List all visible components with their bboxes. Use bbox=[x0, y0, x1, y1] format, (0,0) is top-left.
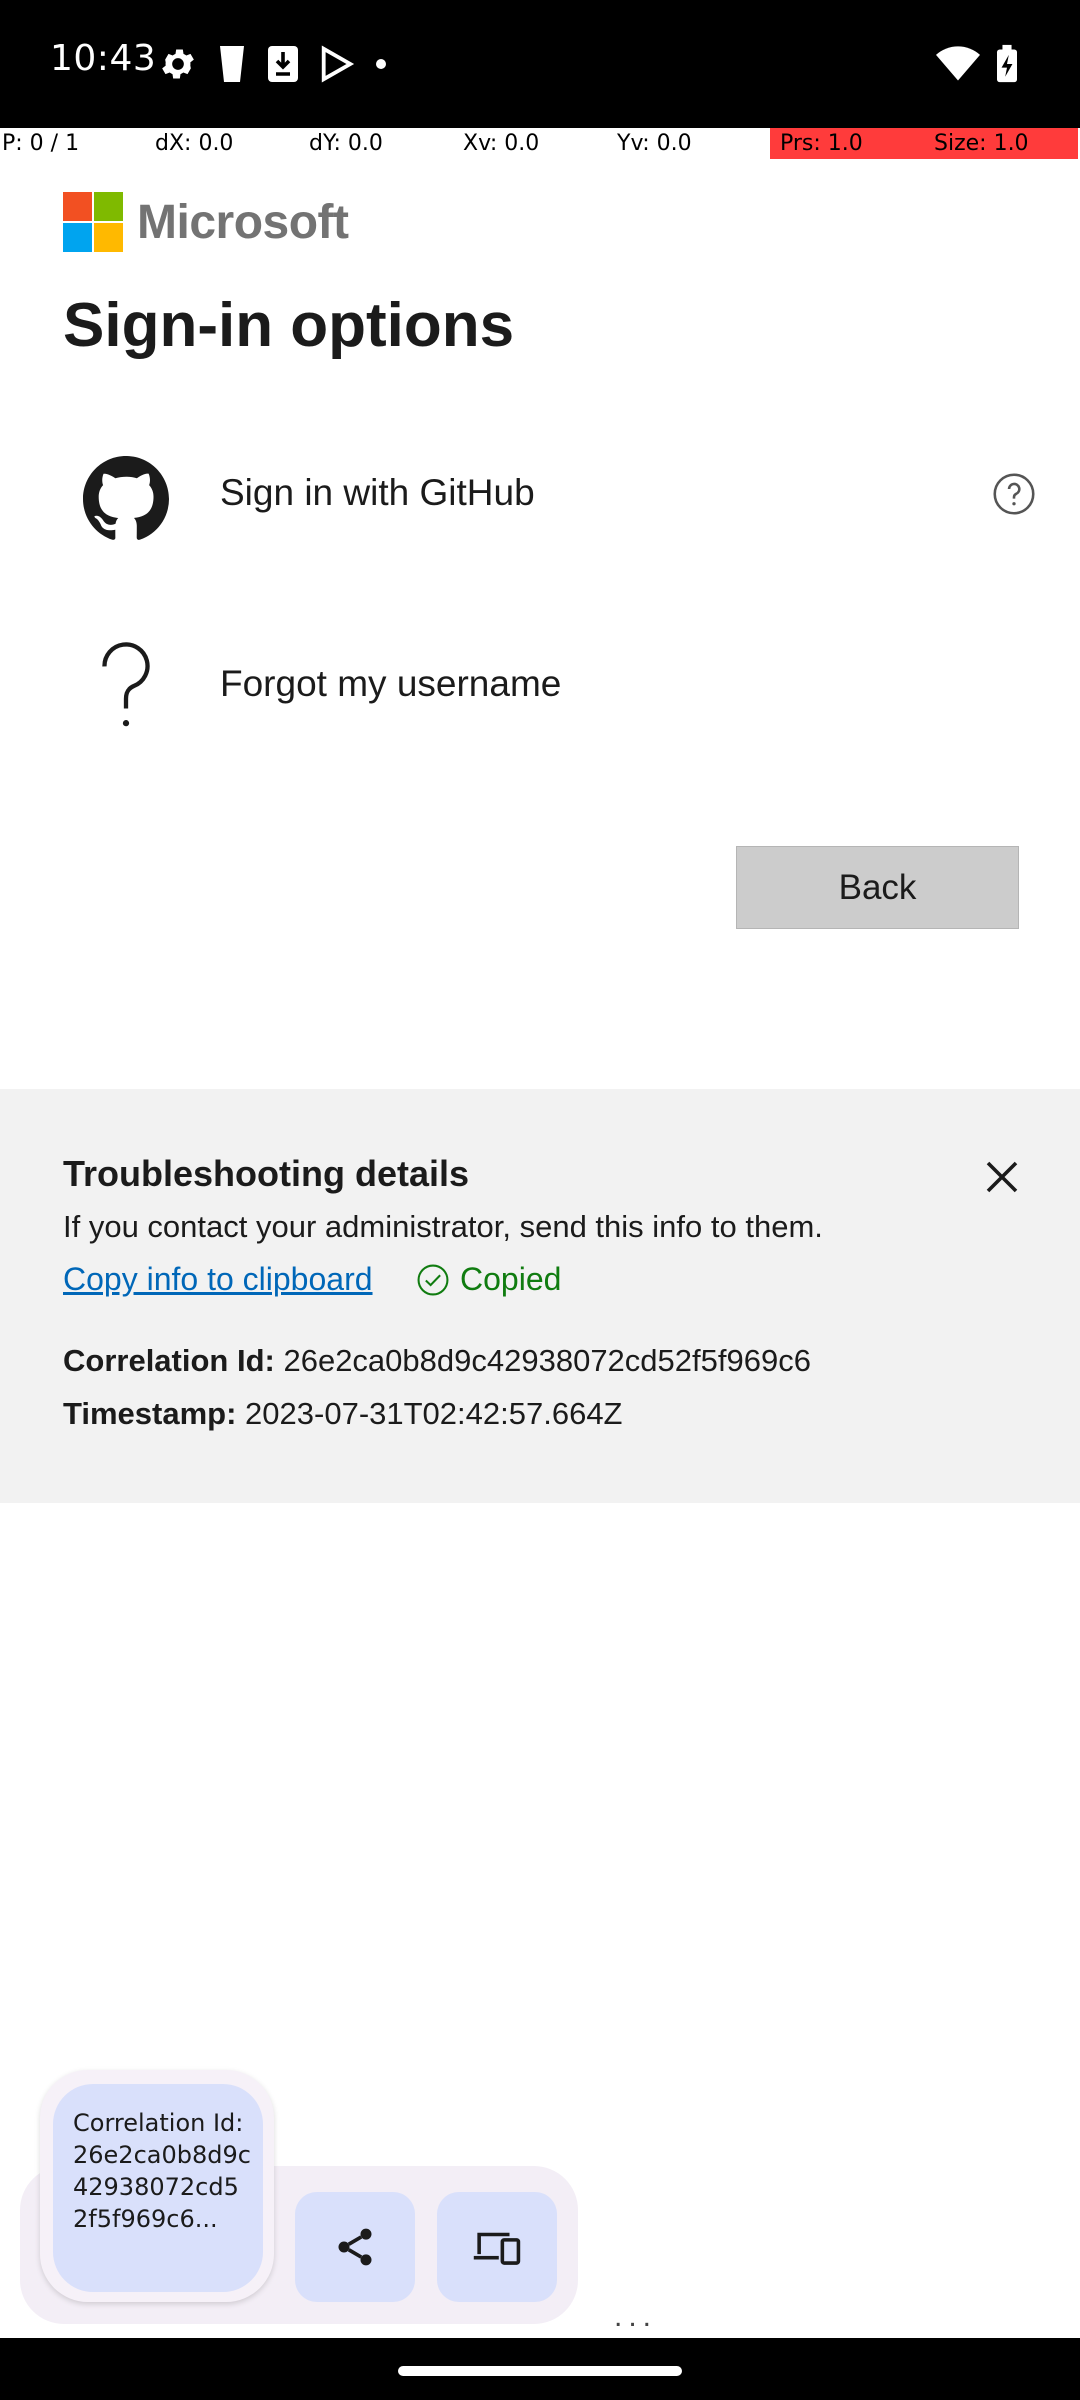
page-title: Sign-in options bbox=[63, 291, 515, 360]
wifi-icon bbox=[936, 46, 980, 81]
clipboard-share-button[interactable] bbox=[295, 2192, 415, 2302]
correlation-id-row: Correlation Id: 26e2ca0b8d9c42938072cd52… bbox=[63, 1343, 811, 1379]
github-icon bbox=[80, 453, 172, 545]
cup-icon bbox=[220, 46, 244, 82]
status-bar: 10:43 bbox=[0, 0, 1080, 128]
close-icon[interactable] bbox=[982, 1157, 1022, 1197]
home-gesture-handle[interactable] bbox=[398, 2366, 682, 2376]
pointer-yv: Yv: 0.0 bbox=[617, 131, 692, 156]
help-circle-icon[interactable] bbox=[992, 472, 1036, 516]
clipboard-nearby-button[interactable] bbox=[437, 2192, 557, 2302]
pointer-size: Size: 1.0 bbox=[924, 128, 1078, 159]
check-circle-icon bbox=[417, 1264, 449, 1295]
pointer-pressure: Prs: 1.0 bbox=[770, 128, 924, 159]
dot-icon bbox=[376, 59, 386, 69]
troubleshooting-description: If you contact your administrator, send … bbox=[63, 1209, 823, 1244]
timestamp-value: 2023-07-31T02:42:57.664Z bbox=[245, 1396, 623, 1431]
status-time: 10:43 bbox=[50, 38, 157, 79]
timestamp-label: Timestamp: bbox=[63, 1396, 237, 1431]
microsoft-logo: Microsoft bbox=[63, 192, 349, 252]
download-box-icon bbox=[268, 46, 298, 82]
troubleshooting-title: Troubleshooting details bbox=[63, 1153, 470, 1194]
settings-gear-icon bbox=[162, 49, 194, 79]
clipboard-preview[interactable]: Correlation Id: 26e2ca0b8d9c42938072cd52… bbox=[53, 2084, 263, 2292]
troubleshooting-panel: Troubleshooting details If you contact y… bbox=[0, 1089, 1080, 1503]
pointer-dx: dX: 0.0 bbox=[155, 131, 234, 156]
copy-info-link[interactable]: Copy info to clipboard bbox=[63, 1261, 373, 1298]
play-store-icon bbox=[321, 45, 355, 83]
microsoft-wordmark: Microsoft bbox=[137, 195, 349, 249]
pointer-xv: Xv: 0.0 bbox=[463, 131, 540, 156]
share-icon bbox=[338, 2228, 372, 2266]
option-sign-in-github[interactable]: Sign in with GitHub bbox=[0, 420, 1080, 570]
question-mark-icon bbox=[80, 640, 172, 732]
battery-charging-icon bbox=[997, 44, 1017, 83]
nearby-devices-icon bbox=[473, 2232, 521, 2265]
more-dots: ... bbox=[614, 2300, 658, 2333]
correlation-id-value: 26e2ca0b8d9c42938072cd52f5f969c6 bbox=[283, 1343, 811, 1378]
copied-status: Copied bbox=[416, 1261, 561, 1298]
pointer-location-bar: P: 0 / 1 dX: 0.0 dY: 0.0 Xv: 0.0 Yv: 0.0… bbox=[0, 128, 1080, 159]
correlation-id-label: Correlation Id: bbox=[63, 1343, 275, 1378]
option-forgot-username[interactable]: Forgot my username bbox=[0, 610, 1080, 760]
status-system-icons bbox=[936, 44, 1020, 84]
status-notification-icons bbox=[158, 44, 388, 84]
copied-label: Copied bbox=[460, 1261, 562, 1297]
navigation-bar bbox=[0, 2338, 1080, 2400]
pointer-count: P: 0 / 1 bbox=[2, 131, 80, 156]
back-button[interactable]: Back bbox=[736, 846, 1019, 929]
timestamp-row: Timestamp: 2023-07-31T02:42:57.664Z bbox=[63, 1396, 623, 1432]
microsoft-logo-mark bbox=[63, 192, 123, 252]
option-label: Sign in with GitHub bbox=[220, 472, 535, 513]
pointer-dy: dY: 0.0 bbox=[309, 131, 383, 156]
option-label: Forgot my username bbox=[220, 663, 562, 704]
